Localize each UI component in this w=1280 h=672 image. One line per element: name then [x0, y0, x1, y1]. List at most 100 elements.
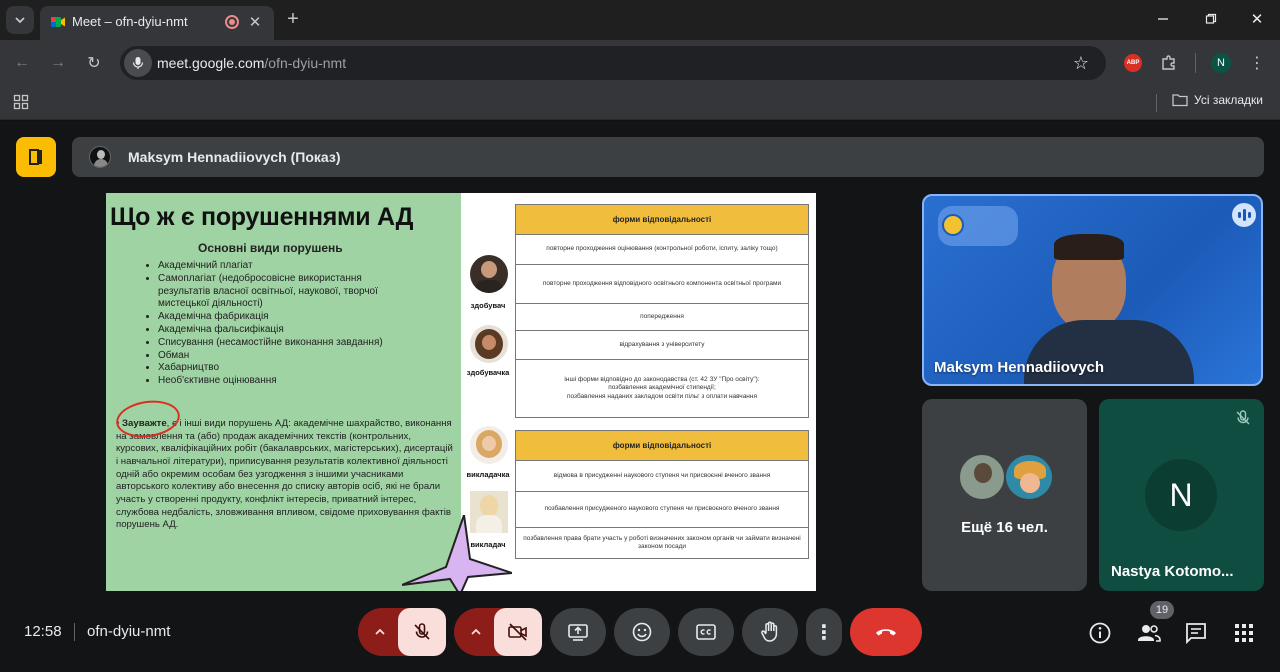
- table-row: позбавлення присудженого наукового ступе…: [516, 492, 808, 528]
- presenter-avatar: [89, 146, 111, 168]
- address-bar[interactable]: meet.google.com/ofn-dyiu-nmt ☆: [120, 46, 1106, 80]
- forward-icon[interactable]: →: [46, 51, 70, 75]
- camera-options-chevron-icon[interactable]: [468, 624, 484, 640]
- student-male-photo: [470, 255, 508, 293]
- violation-item: Академічна фальсифікація: [158, 324, 408, 337]
- ukraine-map-logo: [938, 206, 1018, 246]
- teacher-male-photo: [470, 491, 508, 533]
- mic-control-group: [358, 608, 446, 656]
- hand-icon: [761, 621, 778, 642]
- participant-tile-nastya[interactable]: N Nastya Kotomo...: [1099, 399, 1264, 591]
- violations-list: Академічний плагіат Самоплагіат (недобро…: [158, 260, 408, 388]
- role-label: здобувач: [470, 301, 506, 310]
- more-participants-tile[interactable]: Ещё 16 чел.: [922, 399, 1087, 591]
- table-row: позбавлення права брати участь у роботі …: [523, 534, 801, 550]
- violation-item: Хабарництво: [158, 362, 408, 375]
- time-separator: [74, 623, 75, 641]
- all-bookmarks-button[interactable]: Усі закладки: [1172, 93, 1263, 107]
- participant-name: Nastya Kotomo...: [1111, 563, 1234, 580]
- mic-options-chevron-icon[interactable]: [372, 624, 388, 640]
- table-row: відмова в присудженні наукового ступеня …: [516, 461, 808, 492]
- tab-title: Meet – ofn-dyiu-nmt: [72, 14, 188, 29]
- violation-item: Академічна фабрикація: [158, 311, 408, 324]
- window-close-icon[interactable]: ✕: [1246, 8, 1268, 30]
- more-vert-icon: ⋮: [814, 621, 834, 644]
- camera-off-icon: [508, 623, 527, 641]
- nastya-avatar: N: [1145, 459, 1217, 531]
- meet-logo-button[interactable]: [16, 137, 56, 177]
- url-host: meet.google.com: [157, 55, 265, 71]
- bookmark-star-icon[interactable]: ☆: [1070, 52, 1092, 74]
- tab-list-chevron-icon[interactable]: [6, 6, 34, 34]
- presentation-bar: Maksym Hennadiiovych (Показ): [72, 137, 1264, 177]
- new-tab-icon[interactable]: +: [282, 8, 304, 30]
- meet-stage: Maksym Hennadiiovych (Показ) Що ж є пору…: [0, 121, 1280, 672]
- captions-button[interactable]: [678, 608, 734, 656]
- restore-icon[interactable]: [1200, 8, 1222, 30]
- participant-name: Maksym Hennadiiovych: [934, 359, 1105, 376]
- meeting-time: 12:58: [24, 623, 62, 640]
- all-bookmarks-label: Усі закладки: [1194, 93, 1264, 107]
- adblock-badge-text: ABP: [1126, 60, 1140, 66]
- violation-item: Самоплагіат (недобросовісне використання…: [158, 273, 408, 311]
- folder-icon: [1172, 94, 1188, 107]
- reactions-button[interactable]: [614, 608, 670, 656]
- shared-slide: Що ж є порушеннями АД Основні види поруш…: [106, 193, 816, 591]
- leave-call-button[interactable]: [850, 608, 922, 656]
- meeting-info-icon[interactable]: [1088, 621, 1112, 645]
- presenter-label: Maksym Hennadiiovych (Показ): [128, 149, 341, 165]
- camera-off-button[interactable]: [494, 608, 542, 656]
- reload-icon[interactable]: ↻: [82, 51, 106, 75]
- apps-grid-icon[interactable]: [10, 91, 32, 113]
- muted-mic-icon: [1234, 409, 1252, 427]
- chat-icon[interactable]: [1184, 621, 1208, 645]
- profile-avatar[interactable]: N: [1211, 53, 1231, 73]
- captions-icon: [696, 624, 716, 640]
- slide-title: Що ж є порушеннями АД: [110, 203, 414, 231]
- table-row: інші форми відповідно до законодавства (…: [564, 376, 760, 400]
- note-text: , є і інші види порушень АД: академічне …: [116, 418, 453, 531]
- violation-item: Обман: [158, 350, 408, 363]
- adblock-extension-icon[interactable]: ABP: [1124, 54, 1142, 72]
- back-icon[interactable]: ←: [10, 51, 34, 75]
- table-row: відрахування з університету: [516, 331, 808, 360]
- responsibility-table-teachers: форми відповідальності відмова в присудж…: [515, 430, 809, 559]
- violation-item: Списування (несамостійне виконання завда…: [158, 337, 408, 350]
- present-screen-icon: [568, 624, 588, 641]
- camera-control-group: [454, 608, 542, 656]
- hang-up-icon: [876, 629, 896, 636]
- meet-favicon-icon: [50, 14, 66, 30]
- activities-grid-icon[interactable]: [1232, 621, 1256, 645]
- toolbar-separator: [1195, 53, 1196, 73]
- participant-tile-maksym[interactable]: Maksym Hennadiiovych: [922, 194, 1263, 386]
- browser-tab-meet[interactable]: Meet – ofn-dyiu-nmt ✕: [40, 6, 274, 40]
- mic-off-button[interactable]: [398, 608, 446, 656]
- responsibility-table-students: форми відповідальності повторне проходже…: [515, 204, 809, 418]
- present-screen-button[interactable]: [550, 608, 606, 656]
- role-label: викладачка: [466, 470, 510, 479]
- role-label: здобувачка: [466, 368, 510, 377]
- table-row: повторне проходження оцінювання (контрол…: [516, 235, 808, 265]
- raise-hand-button[interactable]: [742, 608, 798, 656]
- mic-off-icon: [414, 623, 430, 640]
- tab-close-icon[interactable]: ✕: [246, 13, 264, 31]
- emoji-icon: [632, 622, 652, 642]
- student-female-photo: [470, 325, 508, 363]
- microphone-in-use-icon[interactable]: [124, 49, 152, 77]
- table-header: форми відповідальності: [516, 205, 808, 235]
- more-options-button[interactable]: ⋮: [806, 608, 842, 656]
- table-row: попередження: [516, 304, 808, 331]
- table-header: форми відповідальності: [516, 431, 808, 461]
- minimize-icon[interactable]: [1152, 8, 1174, 30]
- slide-subtitle: Основні види порушень: [198, 241, 343, 255]
- table-row: повторне проходження відповідного освітн…: [516, 265, 808, 304]
- browser-tab-bar: Meet – ofn-dyiu-nmt ✕ + ✕: [0, 0, 1280, 40]
- speaking-indicator-icon: [1232, 203, 1256, 227]
- meeting-code: ofn-dyiu-nmt: [87, 623, 171, 640]
- browser-menu-icon[interactable]: ⋮: [1246, 52, 1268, 74]
- people-icon[interactable]: [1136, 621, 1161, 645]
- extensions-puzzle-icon[interactable]: [1158, 52, 1180, 74]
- role-label: викладач: [470, 540, 506, 549]
- violation-item: Академічний плагіат: [158, 260, 408, 273]
- door-exit-icon: [29, 149, 42, 165]
